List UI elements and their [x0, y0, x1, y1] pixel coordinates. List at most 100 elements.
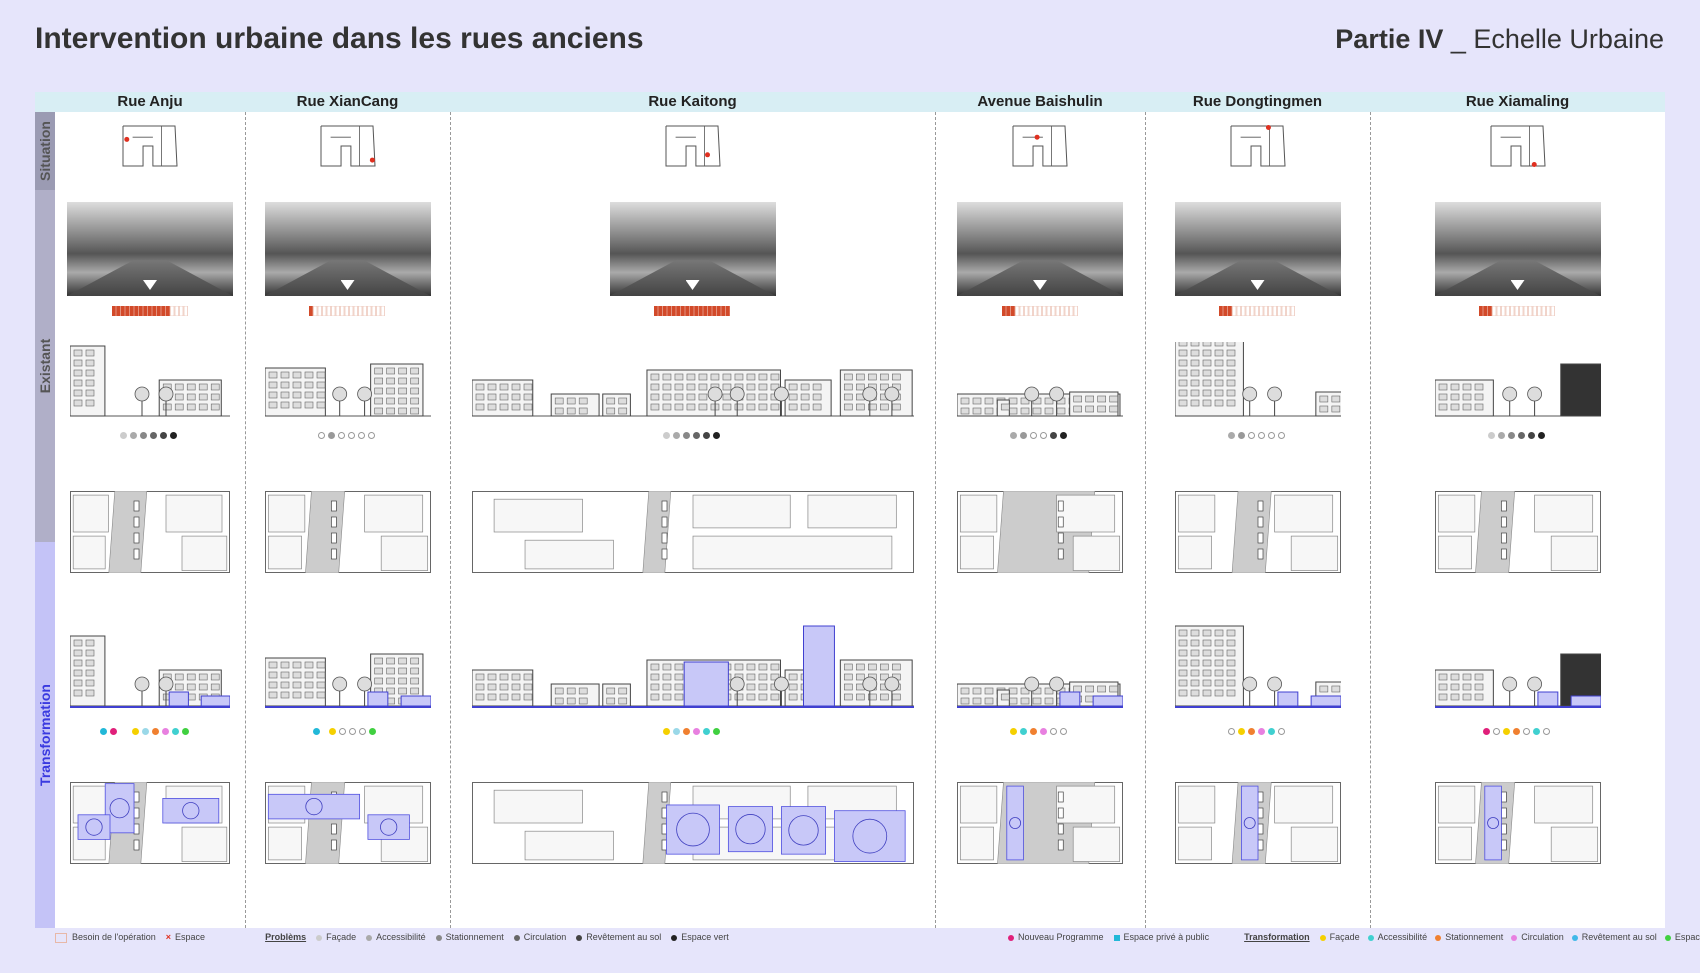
- need-bar: [1492, 306, 1497, 316]
- street-road: [304, 491, 345, 573]
- existing-plan: [471, 491, 914, 573]
- facade-building: [471, 379, 533, 417]
- need-bar: [322, 306, 327, 316]
- need-bar: [1001, 306, 1006, 316]
- street-photo: [67, 202, 233, 296]
- need-bar: [331, 306, 336, 316]
- transformed-plan: [70, 782, 230, 864]
- existing-problem-dots: [1487, 432, 1545, 441]
- need-bar: [1532, 306, 1538, 316]
- need-bar: [1537, 306, 1542, 316]
- need-bar: [1541, 306, 1547, 316]
- problem-dot: [160, 432, 167, 439]
- transformed-plan: [471, 782, 914, 864]
- existing-problem-dots: [1227, 432, 1285, 441]
- transformation-dot: [172, 728, 179, 735]
- legend-program-item: Espace privé à public: [1113, 932, 1210, 942]
- transformation-dot: [1532, 728, 1540, 735]
- section-existant: Existant: [35, 190, 55, 542]
- intervention-block: [400, 695, 431, 707]
- situation-map: [122, 125, 178, 167]
- problem-dot: [130, 432, 137, 439]
- need-bar: [689, 306, 695, 316]
- legend-problem-item: Revêtement au sol: [576, 932, 661, 942]
- legend-swatch: [1367, 934, 1374, 941]
- transformed-elevation: [1434, 653, 1601, 708]
- legend-transformation-title: Transformation: [1244, 932, 1310, 942]
- need-bar: [1041, 306, 1047, 316]
- need-bars: [111, 306, 188, 316]
- transformation-area: [267, 793, 360, 820]
- legend-item-label: Espace vert: [1674, 932, 1700, 942]
- legend-problem-item: Espace vert: [671, 932, 729, 942]
- existing-plan: [1434, 491, 1601, 573]
- legend-space-label: Espace: [175, 932, 206, 942]
- transformed-elevation: [264, 653, 431, 708]
- need-bar: [1064, 306, 1069, 316]
- legend-swatch: [1319, 934, 1326, 941]
- legend-program-item: Nouveau Programme: [1008, 932, 1104, 942]
- transformed-plan: [264, 782, 431, 864]
- problem-dot: [692, 432, 700, 439]
- existing-elevation: [1434, 363, 1601, 417]
- need-bars: [654, 306, 731, 316]
- cross-icon: ×: [165, 932, 172, 942]
- need-bar: [1268, 306, 1273, 316]
- need-bar: [335, 306, 341, 316]
- intervention-block: [1310, 695, 1341, 707]
- need-bar: [654, 306, 659, 316]
- column-header-4: Rue Dongtingmen: [1192, 93, 1323, 110]
- transformation-dot: [1030, 728, 1037, 735]
- legend-item-label: Revêtement au sol: [1581, 932, 1657, 942]
- need-bar: [120, 306, 125, 316]
- transformation-dot: [1237, 728, 1245, 735]
- photo-road: [264, 260, 431, 296]
- need-bar: [1241, 306, 1246, 316]
- need-bar: [358, 306, 363, 316]
- problem-dot: [1237, 432, 1245, 439]
- need-bar: [1254, 306, 1260, 316]
- transformation-dot: [1277, 728, 1285, 735]
- need-bar: [376, 306, 381, 316]
- tree-icon: [331, 676, 347, 706]
- problem-dot: [1537, 432, 1545, 439]
- transformation-dot: [1257, 728, 1265, 735]
- need-bar: [676, 306, 681, 316]
- column-divider: [935, 112, 936, 928]
- need-bar: [1501, 306, 1506, 316]
- transformed-elevation: [70, 635, 230, 708]
- legend-problem-item: Accessibilité: [366, 932, 426, 942]
- need-bar: [160, 306, 166, 316]
- transformation-area: [780, 806, 826, 855]
- facade-building: [601, 683, 631, 707]
- facade-building: [1559, 363, 1601, 417]
- page-part: Partie IV _ Echelle Urbaine: [1335, 24, 1664, 55]
- street-road: [108, 491, 148, 573]
- legend-transformation-item: Stationnement: [1435, 932, 1503, 942]
- column-header-3: Avenue Baishulin: [977, 93, 1103, 110]
- photo-road: [1434, 260, 1601, 296]
- need-bar: [667, 306, 672, 316]
- legend-item-label: Espace privé à public: [1123, 932, 1210, 942]
- transformation-dot: [672, 728, 680, 735]
- street-photo: [609, 202, 776, 296]
- location-marker: [1531, 161, 1537, 167]
- existing-plan: [264, 491, 431, 573]
- photo-road: [609, 260, 776, 296]
- need-bar: [698, 306, 704, 316]
- transformation-dot: [1267, 728, 1275, 735]
- need-bar: [1528, 306, 1533, 316]
- situation-map: [1230, 125, 1286, 167]
- column-divider: [245, 112, 246, 928]
- need-bar: [658, 306, 663, 316]
- legend-swatch: [671, 934, 678, 941]
- existing-problem-dots: [317, 432, 375, 441]
- legend-swatch: [316, 934, 323, 941]
- problem-dot: [140, 432, 147, 439]
- facade-building: [784, 379, 832, 417]
- part-number: Partie IV: [1335, 24, 1444, 54]
- legend-transformation-item: Circulation: [1511, 932, 1564, 942]
- problem-dot: [672, 432, 680, 439]
- intervention-block: [1092, 695, 1123, 707]
- existing-problem-dots: [120, 432, 177, 441]
